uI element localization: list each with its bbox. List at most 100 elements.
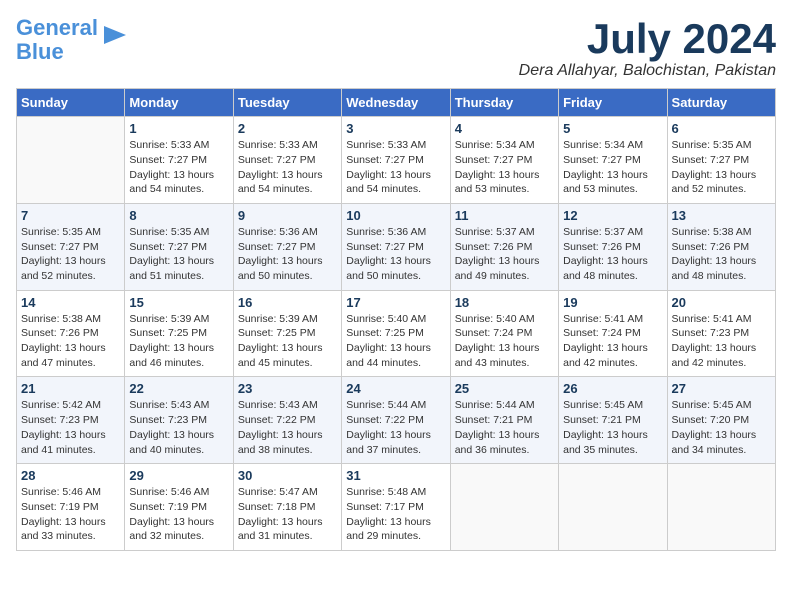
day-number: 29	[129, 468, 228, 483]
cal-cell: 29 Sunrise: 5:46 AMSunset: 7:19 PMDayligh…	[125, 464, 233, 551]
cal-cell: 16 Sunrise: 5:39 AMSunset: 7:25 PMDayligh…	[233, 290, 341, 377]
cell-info: Sunrise: 5:40 AMSunset: 7:24 PMDaylight:…	[455, 312, 554, 371]
cell-info: Sunrise: 5:36 AMSunset: 7:27 PMDaylight:…	[346, 225, 445, 284]
cal-cell: 24Sunrise: 5:44 AMSunset: 7:22 PMDayligh…	[342, 377, 450, 464]
cell-info: Sunrise: 5:47 AMSunset: 7:18 PMDaylight:…	[238, 485, 337, 544]
cell-info: Sunrise: 5:44 AMSunset: 7:22 PMDaylight:…	[346, 398, 445, 457]
day-number: 28	[21, 468, 120, 483]
day-number: 8	[129, 208, 228, 223]
day-number: 7	[21, 208, 120, 223]
cell-info: Sunrise: 5:35 AMSunset: 7:27 PMDaylight:…	[21, 225, 120, 284]
cell-info: Sunrise: 5:41 AMSunset: 7:24 PMDaylight:…	[563, 312, 662, 371]
col-header-tuesday: Tuesday	[233, 89, 341, 117]
page-header: GeneralBlue July 2024 Dera Allahyar, Bal…	[16, 16, 776, 80]
day-number: 5	[563, 121, 662, 136]
cell-info: Sunrise: 5:33 AMSunset: 7:27 PMDaylight:…	[346, 138, 445, 197]
day-number: 31	[346, 468, 445, 483]
cell-info: Sunrise: 5:34 AMSunset: 7:27 PMDaylight:…	[455, 138, 554, 197]
day-number: 19	[563, 295, 662, 310]
cell-info: Sunrise: 5:46 AMSunset: 7:19 PMDaylight:…	[129, 485, 228, 544]
location-subtitle: Dera Allahyar, Balochistan, Pakistan	[519, 62, 776, 80]
day-number: 17	[346, 295, 445, 310]
cal-cell: 10 Sunrise: 5:36 AMSunset: 7:27 PMDayligh…	[342, 203, 450, 290]
cal-cell: 3 Sunrise: 5:33 AMSunset: 7:27 PMDaylight…	[342, 117, 450, 204]
logo-text: GeneralBlue	[16, 16, 98, 64]
cal-cell	[559, 464, 667, 551]
col-header-saturday: Saturday	[667, 89, 775, 117]
cal-cell: 22 Sunrise: 5:43 AMSunset: 7:23 PMDayligh…	[125, 377, 233, 464]
cal-cell: 8 Sunrise: 5:35 AMSunset: 7:27 PMDaylight…	[125, 203, 233, 290]
cal-cell: 31 Sunrise: 5:48 AMSunset: 7:17 PMDayligh…	[342, 464, 450, 551]
col-header-friday: Friday	[559, 89, 667, 117]
col-header-sunday: Sunday	[17, 89, 125, 117]
day-number: 26	[563, 381, 662, 396]
cell-info: Sunrise: 5:46 AMSunset: 7:19 PMDaylight:…	[21, 485, 120, 544]
cell-info: Sunrise: 5:45 AMSunset: 7:20 PMDaylight:…	[672, 398, 771, 457]
day-number: 30	[238, 468, 337, 483]
day-number: 2	[238, 121, 337, 136]
cal-cell: 5 Sunrise: 5:34 AMSunset: 7:27 PMDaylight…	[559, 117, 667, 204]
day-number: 6	[672, 121, 771, 136]
day-number: 4	[455, 121, 554, 136]
cell-info: Sunrise: 5:39 AMSunset: 7:25 PMDaylight:…	[129, 312, 228, 371]
week-row-4: 21Sunrise: 5:42 AMSunset: 7:23 PMDayligh…	[17, 377, 776, 464]
day-number: 22	[129, 381, 228, 396]
day-number: 25	[455, 381, 554, 396]
day-number: 3	[346, 121, 445, 136]
cell-info: Sunrise: 5:37 AMSunset: 7:26 PMDaylight:…	[563, 225, 662, 284]
cal-cell: 17 Sunrise: 5:40 AMSunset: 7:25 PMDayligh…	[342, 290, 450, 377]
day-number: 18	[455, 295, 554, 310]
cal-cell: 7 Sunrise: 5:35 AMSunset: 7:27 PMDaylight…	[17, 203, 125, 290]
cell-info: Sunrise: 5:35 AMSunset: 7:27 PMDaylight:…	[672, 138, 771, 197]
cell-info: Sunrise: 5:40 AMSunset: 7:25 PMDaylight:…	[346, 312, 445, 371]
day-number: 20	[672, 295, 771, 310]
cal-cell: 23Sunrise: 5:43 AMSunset: 7:22 PMDayligh…	[233, 377, 341, 464]
cal-cell: 6 Sunrise: 5:35 AMSunset: 7:27 PMDaylight…	[667, 117, 775, 204]
cell-info: Sunrise: 5:38 AMSunset: 7:26 PMDaylight:…	[672, 225, 771, 284]
cal-cell: 19 Sunrise: 5:41 AMSunset: 7:24 PMDayligh…	[559, 290, 667, 377]
day-number: 16	[238, 295, 337, 310]
cal-cell: 11 Sunrise: 5:37 AMSunset: 7:26 PMDayligh…	[450, 203, 558, 290]
cal-cell: 20 Sunrise: 5:41 AMSunset: 7:23 PMDayligh…	[667, 290, 775, 377]
cal-cell: 25Sunrise: 5:44 AMSunset: 7:21 PMDayligh…	[450, 377, 558, 464]
calendar-table: SundayMondayTuesdayWednesdayThursdayFrid…	[16, 88, 776, 551]
cal-cell: 2 Sunrise: 5:33 AMSunset: 7:27 PMDaylight…	[233, 117, 341, 204]
cell-info: Sunrise: 5:39 AMSunset: 7:25 PMDaylight:…	[238, 312, 337, 371]
cal-cell	[667, 464, 775, 551]
cell-info: Sunrise: 5:37 AMSunset: 7:26 PMDaylight:…	[455, 225, 554, 284]
cal-cell: 14 Sunrise: 5:38 AMSunset: 7:26 PMDayligh…	[17, 290, 125, 377]
cal-cell: 9Sunrise: 5:36 AMSunset: 7:27 PMDaylight…	[233, 203, 341, 290]
cell-info: Sunrise: 5:43 AMSunset: 7:23 PMDaylight:…	[129, 398, 228, 457]
cell-info: Sunrise: 5:34 AMSunset: 7:27 PMDaylight:…	[563, 138, 662, 197]
month-title: July 2024	[519, 16, 776, 62]
logo: GeneralBlue	[16, 16, 130, 64]
cal-cell	[17, 117, 125, 204]
cell-info: Sunrise: 5:41 AMSunset: 7:23 PMDaylight:…	[672, 312, 771, 371]
cal-cell: 18 Sunrise: 5:40 AMSunset: 7:24 PMDayligh…	[450, 290, 558, 377]
cal-cell: 26Sunrise: 5:45 AMSunset: 7:21 PMDayligh…	[559, 377, 667, 464]
cell-info: Sunrise: 5:38 AMSunset: 7:26 PMDaylight:…	[21, 312, 120, 371]
week-row-3: 14 Sunrise: 5:38 AMSunset: 7:26 PMDayligh…	[17, 290, 776, 377]
cell-info: Sunrise: 5:43 AMSunset: 7:22 PMDaylight:…	[238, 398, 337, 457]
day-number: 14	[21, 295, 120, 310]
cell-info: Sunrise: 5:36 AMSunset: 7:27 PMDaylight:…	[238, 225, 337, 284]
cal-cell: 12Sunrise: 5:37 AMSunset: 7:26 PMDayligh…	[559, 203, 667, 290]
cell-info: Sunrise: 5:35 AMSunset: 7:27 PMDaylight:…	[129, 225, 228, 284]
col-header-thursday: Thursday	[450, 89, 558, 117]
day-number: 11	[455, 208, 554, 223]
cal-cell: 30 Sunrise: 5:47 AMSunset: 7:18 PMDayligh…	[233, 464, 341, 551]
day-number: 13	[672, 208, 771, 223]
week-row-1: 1Sunrise: 5:33 AMSunset: 7:27 PMDaylight…	[17, 117, 776, 204]
cal-cell: 13 Sunrise: 5:38 AMSunset: 7:26 PMDayligh…	[667, 203, 775, 290]
week-row-2: 7 Sunrise: 5:35 AMSunset: 7:27 PMDaylight…	[17, 203, 776, 290]
cell-info: Sunrise: 5:33 AMSunset: 7:27 PMDaylight:…	[238, 138, 337, 197]
day-number: 10	[346, 208, 445, 223]
week-row-5: 28 Sunrise: 5:46 AMSunset: 7:19 PMDayligh…	[17, 464, 776, 551]
cal-cell: 28 Sunrise: 5:46 AMSunset: 7:19 PMDayligh…	[17, 464, 125, 551]
cell-info: Sunrise: 5:42 AMSunset: 7:23 PMDaylight:…	[21, 398, 120, 457]
cal-cell	[450, 464, 558, 551]
logo-arrow-icon	[100, 20, 130, 50]
day-number: 27	[672, 381, 771, 396]
cal-cell: 27 Sunrise: 5:45 AMSunset: 7:20 PMDayligh…	[667, 377, 775, 464]
cell-info: Sunrise: 5:48 AMSunset: 7:17 PMDaylight:…	[346, 485, 445, 544]
